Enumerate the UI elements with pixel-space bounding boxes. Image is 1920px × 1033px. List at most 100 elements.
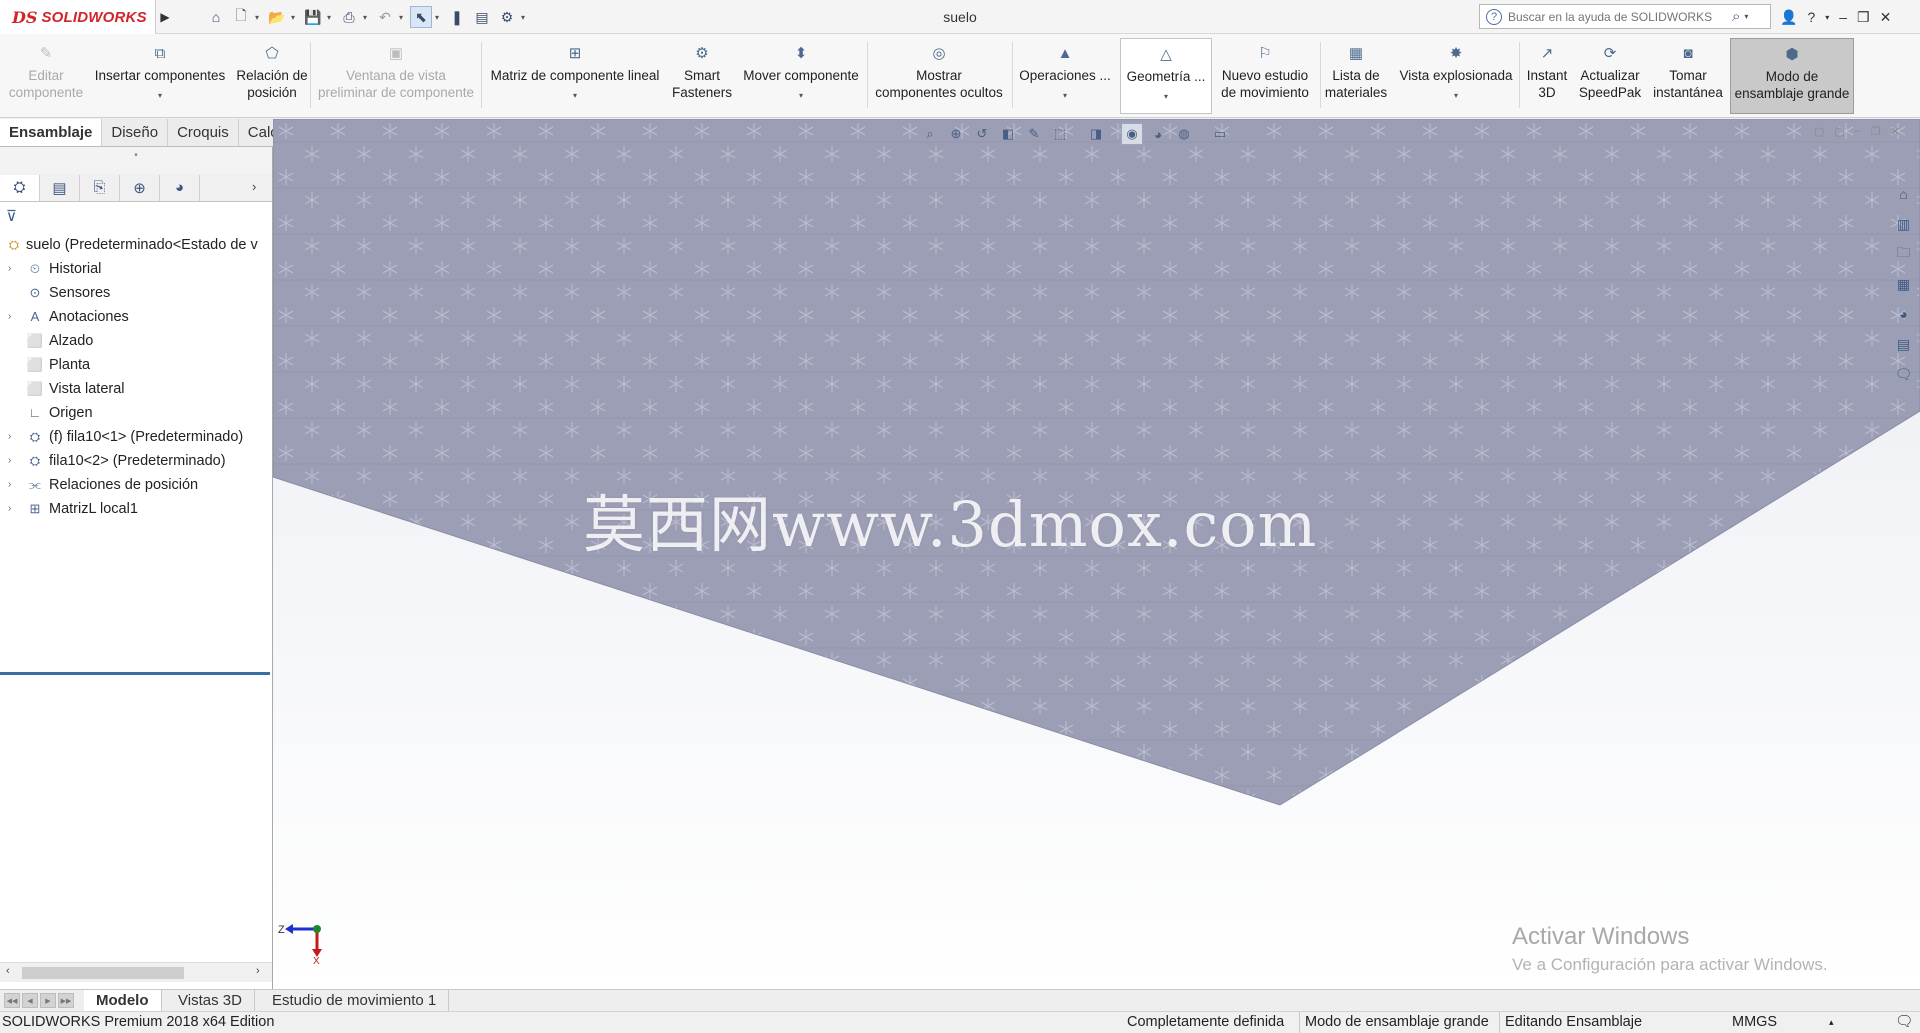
dropdown-arrow-icon[interactable]: ▾	[1454, 92, 1458, 100]
scroll-left-icon[interactable]: ‹	[6, 965, 10, 977]
tab-dise-o[interactable]: Diseño	[102, 119, 169, 146]
print-dropdown-icon[interactable]: ▾	[363, 13, 371, 22]
tree-item[interactable]: ⊙ Sensores	[0, 281, 272, 305]
dropdown-arrow-icon[interactable]: ▾	[158, 92, 162, 100]
expand-arrow-icon[interactable]: ›	[8, 305, 11, 329]
scrollbar-thumb[interactable]	[22, 967, 184, 979]
restore-icon[interactable]: ❐	[1857, 9, 1870, 26]
options-dropdown-icon[interactable]: ▾	[521, 13, 529, 22]
expand-arrow-icon[interactable]: ›	[8, 257, 11, 281]
search-dropdown-icon[interactable]: ▾	[1744, 12, 1748, 21]
status-units[interactable]: MMGS	[1732, 1012, 1777, 1033]
help-dropdown-icon[interactable]: ▾	[1825, 13, 1829, 22]
previous-view-icon[interactable]: ↺	[971, 123, 993, 145]
file-properties-icon[interactable]: ▤	[471, 6, 493, 28]
save-icon[interactable]: 💾	[302, 6, 324, 28]
toolbar-button-mate[interactable]: ⬠ Relación de posición	[232, 38, 312, 114]
scroll-right-icon[interactable]: ›	[256, 965, 260, 977]
new-document-icon[interactable]: 🗋	[230, 6, 252, 28]
configurationmanager-tab-icon[interactable]: ⎘	[80, 174, 120, 201]
dropdown-arrow-icon[interactable]: ▾	[799, 92, 803, 100]
zoom-area-icon[interactable]: ⊕	[945, 123, 967, 145]
filter-icon[interactable]: ⊽	[6, 207, 17, 225]
panel-grip[interactable]: •	[0, 147, 272, 174]
toolbar-button-insert-components[interactable]: ⧉ Insertar componentes ▾	[90, 38, 230, 114]
tab-croquis[interactable]: Croquis	[168, 119, 239, 146]
last-tab-icon[interactable]: ▶▶	[58, 993, 74, 1008]
tree-item[interactable]: › ⏲ Historial	[0, 257, 272, 281]
dropdown-arrow-icon[interactable]: ▾	[1063, 92, 1067, 100]
expand-arrow-icon[interactable]: ›	[8, 497, 11, 521]
dynamic-annotation-icon[interactable]: ✎	[1023, 123, 1045, 145]
tree-item[interactable]: › A Anotaciones	[0, 305, 272, 329]
dimxpertmanager-tab-icon[interactable]: ⊕	[120, 174, 160, 201]
toolbar-button-show-hidden[interactable]: ◎ Mostrar componentes ocultos	[867, 38, 1011, 114]
toolbar-button-speedpak[interactable]: ⟳ Actualizar SpeedPak	[1574, 38, 1646, 114]
toolbar-button-large-assembly[interactable]: ⬢ Modo de ensamblaje grande	[1730, 38, 1854, 114]
undo-dropdown-icon[interactable]: ▾	[399, 13, 407, 22]
solidworks-resources-icon[interactable]: ⌂	[1891, 182, 1917, 206]
toolbar-button-motion-study[interactable]: ⚐ Nuevo estudio de movimiento	[1212, 38, 1318, 114]
undo-icon[interactable]: ↶	[374, 6, 396, 28]
user-account-icon[interactable]: 👤	[1780, 9, 1797, 26]
graphics-viewport[interactable]: ⌕ ⊕ ↺ ◧ ✎ ⬚ ◨ ◉ ◕ ◍ ▭ ▢ ▢ – ❐ ✕ 莫西网www.3…	[273, 119, 1920, 989]
display-style-icon[interactable]: ◨	[1085, 123, 1107, 145]
view-palette-icon[interactable]: ▦	[1891, 272, 1917, 296]
dropdown-arrow-icon[interactable]: ▾	[573, 92, 577, 100]
prev-tab-icon[interactable]: ◀	[22, 993, 38, 1008]
new-dropdown-icon[interactable]: ▾	[255, 13, 263, 22]
toolbar-button-edit-component[interactable]: ✎ Editar componente	[4, 38, 88, 114]
apply-scene-icon[interactable]: ◍	[1173, 123, 1195, 145]
design-library-icon[interactable]: ▥	[1891, 212, 1917, 236]
featuremanager-tab-icon[interactable]: ⛭	[0, 174, 40, 201]
appearances-icon[interactable]: ◕	[1891, 302, 1917, 326]
search-icon[interactable]: ⌕	[1732, 8, 1740, 25]
help-search-input[interactable]	[1508, 9, 1728, 24]
viewport-tile-icon[interactable]: ▢	[1814, 125, 1824, 138]
model-tab-vistas-3d[interactable]: Vistas 3D	[166, 990, 255, 1011]
options-gear-icon[interactable]: ⚙	[496, 6, 518, 28]
more-tabs-arrow-icon[interactable]: ›	[252, 179, 256, 194]
units-dropdown-icon[interactable]: ▴	[1829, 1012, 1834, 1033]
tree-item[interactable]: › ⊞ MatrizL local1	[0, 497, 272, 521]
menu-expand-arrow-icon[interactable]: ▶	[158, 8, 172, 26]
toolbar-button-bill-of-materials[interactable]: ▦ Lista de materiales	[1320, 38, 1392, 114]
status-message-icon[interactable]: 🗨	[1895, 1012, 1913, 1033]
tree-item[interactable]: ⬜ Alzado	[0, 329, 272, 353]
rebuild-icon[interactable]: ❚	[446, 6, 468, 28]
view-settings-icon[interactable]: ▭	[1209, 123, 1231, 145]
print-icon[interactable]: ⎙	[338, 6, 360, 28]
close-icon[interactable]: ✕	[1880, 9, 1892, 26]
toolbar-button-component-preview[interactable]: ▣ Ventana de vista preliminar de component…	[312, 38, 480, 114]
model-tab-modelo[interactable]: Modelo	[84, 990, 162, 1011]
home-icon[interactable]: ⌂	[205, 6, 227, 28]
edit-appearance-icon[interactable]: ◕	[1147, 123, 1169, 145]
toolbar-button-linear-pattern[interactable]: ⊞ Matriz de componente lineal ▾	[482, 38, 668, 114]
section-view-icon[interactable]: ◧	[997, 123, 1019, 145]
open-dropdown-icon[interactable]: ▾	[291, 13, 299, 22]
tree-rollback-bar[interactable]	[0, 672, 270, 675]
tree-item[interactable]: ⬜ Vista lateral	[0, 377, 272, 401]
minimize-icon[interactable]: –	[1839, 9, 1847, 25]
toolbar-button-reference-geometry[interactable]: △ Geometría ... ▾	[1120, 38, 1212, 114]
viewport-split-icon[interactable]: ▢	[1834, 125, 1844, 138]
view-orientation-icon[interactable]: ⬚	[1049, 123, 1071, 145]
tree-root-assembly[interactable]: ⛭ suelo (Predeterminado<Estado de v	[0, 233, 272, 257]
expand-arrow-icon[interactable]: ›	[8, 449, 11, 473]
displaymanager-tab-icon[interactable]: ◕	[160, 174, 200, 201]
toolbar-button-operations[interactable]: ▲ Operaciones ... ▾	[1012, 38, 1118, 114]
dropdown-arrow-icon[interactable]: ▾	[1164, 93, 1168, 101]
select-pointer-icon[interactable]: ⬉	[410, 6, 432, 28]
toolbar-button-snapshot[interactable]: ◙ Tomar instantánea	[1646, 38, 1730, 114]
next-tab-icon[interactable]: ▶	[40, 993, 56, 1008]
tree-item[interactable]: › ⛭ fila10<2> (Predeterminado)	[0, 449, 272, 473]
first-tab-icon[interactable]: ◀◀	[4, 993, 20, 1008]
tree-item[interactable]: ∟ Origen	[0, 401, 272, 425]
tree-item[interactable]: › ⫘ Relaciones de posición	[0, 473, 272, 497]
toolbar-button-smart-fasteners[interactable]: ⚙ Smart Fasteners	[660, 38, 744, 114]
tree-item[interactable]: ⬜ Planta	[0, 353, 272, 377]
help-search-box[interactable]: ? ⌕ ▾	[1479, 4, 1771, 29]
forum-icon[interactable]: 🗨	[1891, 362, 1917, 386]
save-dropdown-icon[interactable]: ▾	[327, 13, 335, 22]
help-icon[interactable]: ?	[1807, 9, 1815, 25]
